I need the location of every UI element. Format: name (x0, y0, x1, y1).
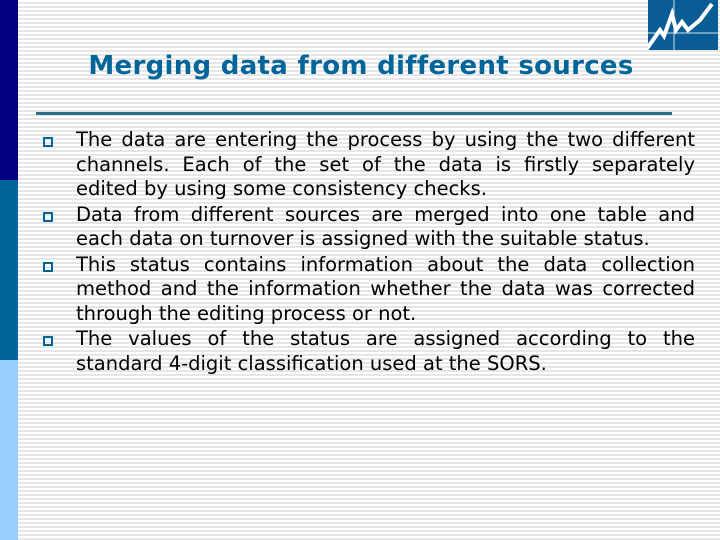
bullet-text: Data from different sources are merged i… (76, 202, 695, 251)
bullet-text: The values of the status are assigned ac… (76, 327, 695, 375)
bullet-item: This status contains information about t… (40, 253, 695, 327)
square-bullet-icon (43, 261, 53, 272)
side-accent-bar (0, 0, 18, 540)
side-bar-segment-medium (0, 180, 18, 360)
square-bullet-icon (43, 211, 53, 222)
side-bar-segment-dark (0, 0, 18, 180)
bullet-text: The data are entering the process by usi… (76, 128, 695, 200)
square-bullet-icon (43, 137, 53, 147)
square-bullet-icon (43, 336, 53, 346)
bullet-item: Data from different sources are merged i… (40, 203, 695, 252)
side-bar-segment-light (0, 360, 18, 540)
bullet-item: The data are entering the process by usi… (40, 128, 695, 202)
bullet-list: The data are entering the process by usi… (40, 128, 695, 377)
title-divider (36, 112, 672, 115)
slide-title: Merging data from different sources (88, 51, 634, 82)
logo-icon (644, 0, 718, 52)
bullet-item: The values of the status are assigned ac… (40, 327, 695, 376)
bullet-text: This status contains information about t… (76, 252, 695, 325)
